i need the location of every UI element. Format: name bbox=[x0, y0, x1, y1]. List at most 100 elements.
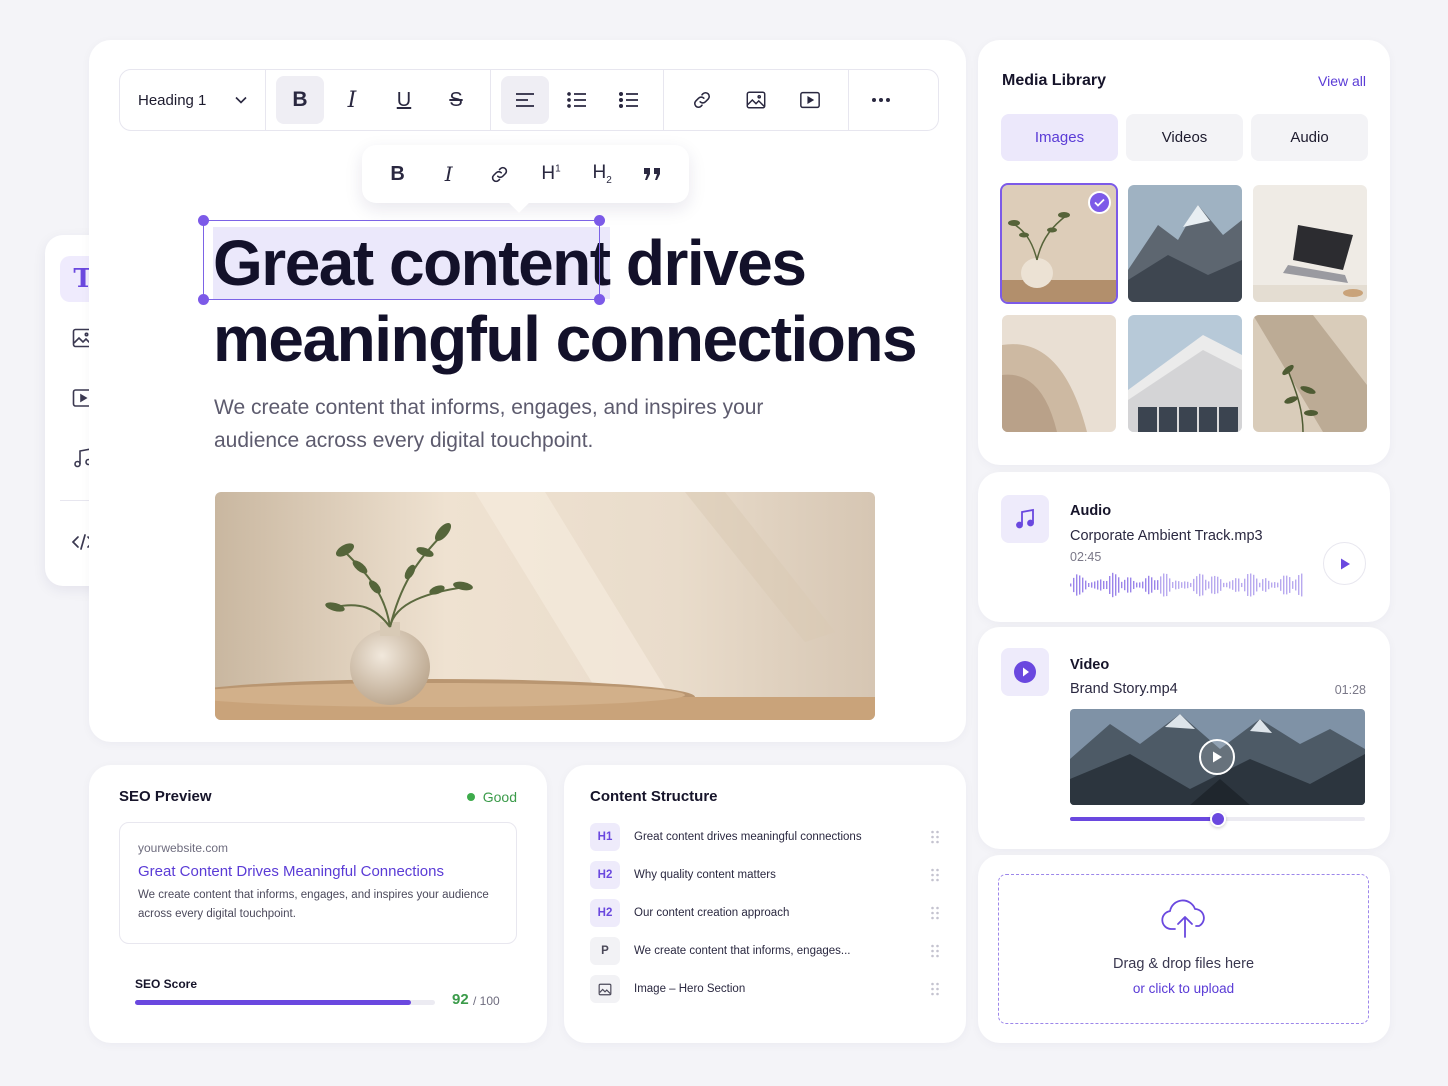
play-icon bbox=[1340, 558, 1350, 569]
alignment-group bbox=[491, 70, 664, 130]
headline-text: drives bbox=[609, 227, 807, 299]
waveform-bar bbox=[1124, 579, 1126, 591]
video-progress-fill bbox=[1070, 817, 1218, 821]
waveform-bar bbox=[1085, 580, 1087, 590]
video-scrubber-handle[interactable] bbox=[1209, 811, 1226, 827]
align-left-button[interactable] bbox=[501, 76, 549, 124]
selection-handle[interactable] bbox=[198, 294, 209, 305]
waveform-bar bbox=[1196, 576, 1198, 594]
bubble-h2-button[interactable]: H2 bbox=[582, 154, 622, 194]
snippet-title[interactable]: Great Content Drives Meaningful Connecti… bbox=[138, 863, 498, 880]
bubble-link-button[interactable] bbox=[480, 154, 520, 194]
structure-item-text: Great content drives meaningful connecti… bbox=[634, 831, 862, 843]
audio-play-button[interactable] bbox=[1323, 542, 1366, 585]
audio-waveform[interactable] bbox=[1070, 572, 1305, 598]
tab-images[interactable]: Images bbox=[1001, 114, 1118, 161]
tab-audio[interactable]: Audio bbox=[1251, 114, 1368, 161]
view-all-link[interactable]: View all bbox=[1318, 73, 1366, 89]
selected-check-icon bbox=[1088, 191, 1111, 214]
insert-video-button[interactable] bbox=[786, 76, 834, 124]
media-thumbnail[interactable] bbox=[1253, 185, 1367, 302]
numbered-list-button[interactable] bbox=[553, 76, 601, 124]
image-icon bbox=[590, 975, 620, 1003]
play-circle-icon bbox=[1014, 661, 1036, 683]
media-thumbnail[interactable] bbox=[1128, 315, 1242, 432]
media-thumbnail[interactable] bbox=[1128, 185, 1242, 302]
media-thumbnail[interactable] bbox=[1253, 315, 1367, 432]
waveform-bar bbox=[1286, 575, 1288, 595]
waveform-bar bbox=[1220, 579, 1222, 591]
waveform-bar bbox=[1208, 581, 1210, 589]
drag-handle-icon[interactable] bbox=[930, 944, 940, 958]
heading-select[interactable]: Heading 1 bbox=[120, 70, 266, 130]
bubble-h1-button[interactable]: H1 bbox=[531, 154, 571, 194]
more-options-button[interactable] bbox=[857, 76, 905, 124]
structure-item[interactable]: P We create content that informs, engages… bbox=[590, 936, 940, 966]
insert-group bbox=[664, 70, 849, 130]
search-snippet-preview: yourwebsite.com Great Content Drives Mea… bbox=[119, 822, 517, 944]
structure-item[interactable]: Image – Hero Section bbox=[590, 974, 940, 1004]
drag-handle-icon[interactable] bbox=[930, 868, 940, 882]
seo-score-bar-fill bbox=[135, 1000, 411, 1005]
waveform-bar bbox=[1127, 577, 1129, 593]
structure-tag: P bbox=[590, 937, 620, 965]
waveform-bar bbox=[1256, 578, 1258, 592]
text-style-group: B I U S bbox=[266, 70, 491, 130]
drag-handle-icon[interactable] bbox=[930, 982, 940, 996]
video-label: Video bbox=[1070, 657, 1110, 673]
waveform-bar bbox=[1244, 578, 1246, 592]
waveform-bar bbox=[1289, 577, 1291, 593]
italic-button[interactable]: I bbox=[328, 76, 376, 124]
intro-paragraph[interactable]: We create content that informs, engages,… bbox=[214, 391, 774, 457]
media-thumbnail[interactable] bbox=[1002, 315, 1116, 432]
audio-item-panel: Audio Corporate Ambient Track.mp3 02:45 bbox=[978, 472, 1390, 622]
waveform-bar bbox=[1136, 582, 1138, 588]
tab-videos[interactable]: Videos bbox=[1126, 114, 1243, 161]
structure-item[interactable]: H2 Our content creation approach bbox=[590, 898, 940, 928]
waveform-bar bbox=[1268, 580, 1270, 590]
seo-preview-panel: SEO Preview Good yourwebsite.com Great C… bbox=[89, 765, 547, 1043]
underline-button[interactable]: U bbox=[380, 76, 428, 124]
waveform-bar bbox=[1283, 575, 1285, 595]
link-button[interactable] bbox=[678, 76, 726, 124]
waveform-bar bbox=[1259, 582, 1261, 588]
cloud-upload-icon bbox=[1161, 899, 1205, 938]
selection-handle[interactable] bbox=[198, 215, 209, 226]
page-headline[interactable]: Great content drives meaningful connecti… bbox=[213, 225, 933, 377]
video-item-panel: Video Brand Story.mp4 01:28 bbox=[978, 627, 1390, 849]
structure-item[interactable]: H1 Great content drives meaningful connec… bbox=[590, 822, 940, 852]
panel-title: Content Structure bbox=[590, 788, 718, 805]
bubble-italic-button[interactable]: I bbox=[429, 154, 469, 194]
bold-button[interactable]: B bbox=[276, 76, 324, 124]
drag-handle-icon[interactable] bbox=[930, 906, 940, 920]
bubble-quote-button[interactable] bbox=[633, 154, 673, 194]
panel-title: SEO Preview bbox=[119, 788, 212, 805]
upload-panel: Drag & drop files here or click to uploa… bbox=[978, 855, 1390, 1043]
structure-item-text: We create content that informs, engages.… bbox=[634, 945, 851, 957]
waveform-bar bbox=[1157, 580, 1159, 590]
bubble-bold-button[interactable]: B bbox=[378, 154, 418, 194]
upload-browse-link[interactable]: or click to upload bbox=[999, 981, 1368, 996]
waveform-bar bbox=[1070, 583, 1072, 587]
selected-text[interactable]: Great content bbox=[213, 227, 611, 299]
video-preview[interactable] bbox=[1070, 709, 1365, 805]
waveform-bar bbox=[1205, 579, 1207, 591]
bullet-list-button[interactable] bbox=[605, 76, 653, 124]
media-thumbnail[interactable] bbox=[1000, 183, 1118, 304]
video-progress-bar[interactable] bbox=[1070, 811, 1365, 827]
seo-score-value: 92 bbox=[452, 991, 469, 1008]
waveform-bar bbox=[1277, 582, 1279, 588]
waveform-bar bbox=[1175, 580, 1177, 590]
hero-image[interactable] bbox=[215, 492, 875, 720]
waveform-bar bbox=[1217, 576, 1219, 594]
headline-line-2: meaningful connections bbox=[213, 303, 918, 375]
structure-item[interactable]: H2 Why quality content matters bbox=[590, 860, 940, 890]
file-dropzone[interactable]: Drag & drop files here or click to uploa… bbox=[998, 874, 1369, 1024]
strikethrough-button[interactable]: S bbox=[432, 76, 480, 124]
waveform-bar bbox=[1172, 582, 1174, 588]
drag-handle-icon[interactable] bbox=[930, 830, 940, 844]
video-play-button[interactable] bbox=[1199, 739, 1235, 775]
media-library-panel: Media Library View all Images Videos Aud… bbox=[978, 40, 1390, 465]
waveform-bar bbox=[1076, 574, 1078, 596]
insert-image-button[interactable] bbox=[732, 76, 780, 124]
